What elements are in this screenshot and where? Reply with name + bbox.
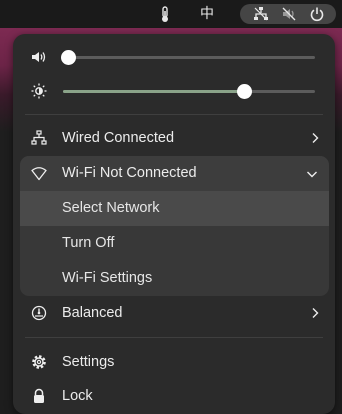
quick-settings-menu: Wired Connected Wi-Fi Not Connected Sele…	[13, 34, 335, 414]
brightness-slider-fill	[63, 90, 245, 93]
input-method-indicator[interactable]: 中	[200, 4, 220, 24]
settings-item[interactable]: Settings	[13, 345, 335, 379]
brightness-slider-row	[13, 76, 335, 106]
settings-label: Settings	[62, 354, 115, 370]
lock-label: Lock	[62, 388, 93, 404]
thermometer-icon[interactable]	[159, 4, 171, 24]
brightness-slider[interactable]	[63, 84, 315, 99]
volume-slider[interactable]	[61, 50, 315, 65]
separator	[25, 337, 323, 338]
system-status-button[interactable]	[240, 4, 336, 24]
separator	[25, 114, 323, 115]
wired-connection-item[interactable]: Wired Connected	[13, 121, 335, 155]
volume-muted-icon	[281, 6, 297, 22]
lock-item[interactable]: Lock	[13, 379, 335, 413]
wired-connection-label: Wired Connected	[62, 130, 175, 146]
chevron-down-icon[interactable]	[306, 168, 318, 180]
wifi-label: Wi-Fi Not Connected	[62, 165, 197, 181]
select-network-label: Select Network	[62, 200, 160, 216]
brightness-slider-handle[interactable]	[237, 84, 253, 99]
select-network-item[interactable]: Select Network	[20, 191, 329, 226]
power-mode-item[interactable]: Balanced	[13, 296, 335, 330]
wifi-icon	[31, 166, 47, 182]
gear-icon	[31, 354, 47, 370]
volume-slider-row	[13, 42, 335, 72]
chevron-right-icon	[309, 132, 321, 144]
turn-off-wifi-item[interactable]: Turn Off	[20, 226, 329, 261]
power-icon	[309, 6, 325, 22]
volume-slider-handle[interactable]	[61, 50, 77, 65]
chevron-right-icon	[309, 307, 321, 319]
wifi-settings-item[interactable]: Wi-Fi Settings	[20, 261, 329, 296]
brightness-icon	[31, 83, 47, 99]
wifi-settings-label: Wi-Fi Settings	[62, 270, 153, 286]
speaker-icon[interactable]	[31, 49, 47, 65]
wifi-submenu: Wi-Fi Not Connected Select Network Turn …	[20, 156, 329, 296]
power-profile-icon	[31, 305, 47, 321]
wifi-item[interactable]: Wi-Fi Not Connected	[20, 156, 329, 191]
network-wired-disconnected-icon	[253, 6, 269, 22]
lock-icon	[31, 388, 47, 404]
power-mode-label: Balanced	[62, 305, 123, 321]
turn-off-label: Turn Off	[62, 235, 115, 251]
network-wired-icon	[31, 130, 47, 146]
top-bar: 中	[0, 0, 342, 28]
